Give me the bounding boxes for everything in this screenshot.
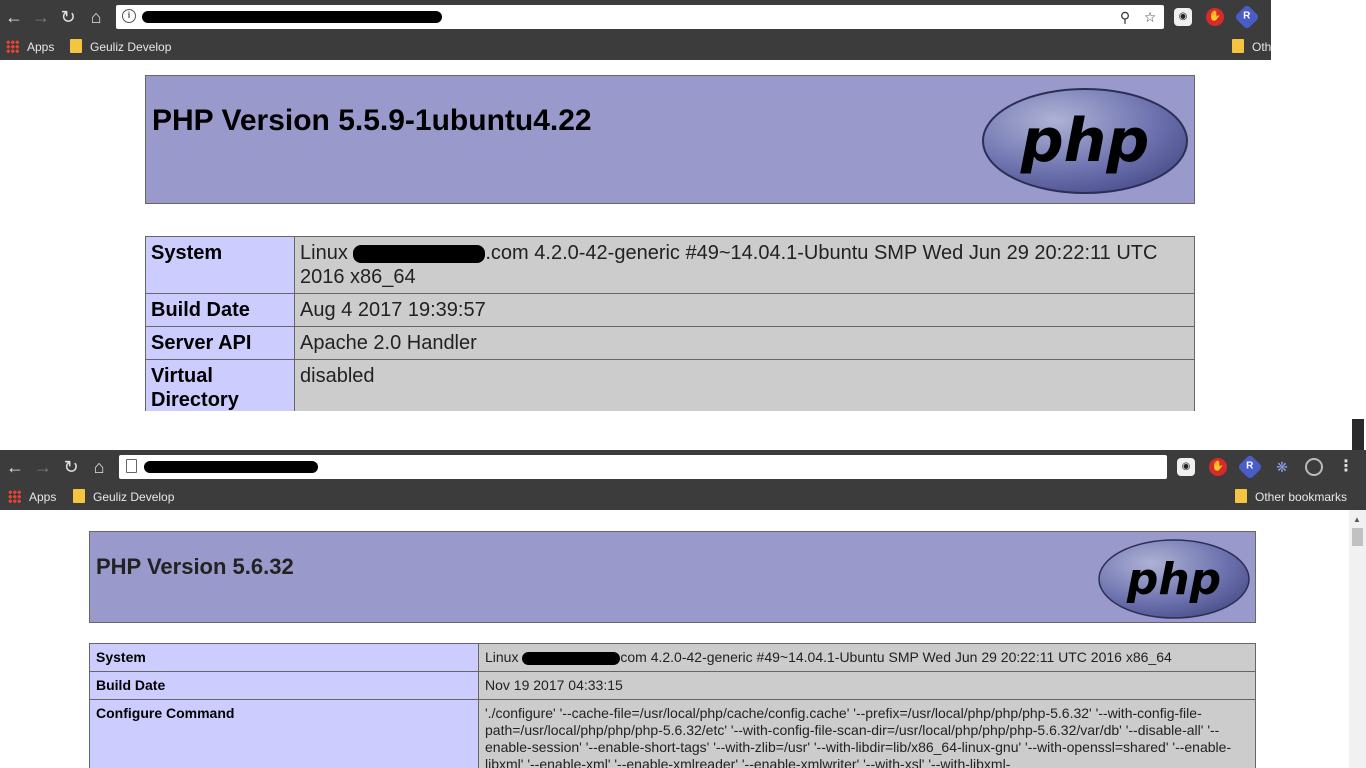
extension-adblock-icon[interactable]: ✋ [1206, 8, 1224, 26]
address-bar[interactable] [119, 455, 1167, 479]
back-icon[interactable]: ← [3, 6, 25, 28]
php-version-header: PHP Version 5.6.32 php [89, 531, 1256, 623]
redacted-url [144, 461, 318, 473]
row-value: Nov 19 2017 04:33:15 [478, 671, 1256, 700]
row-value: Linux com 4.2.0-42-generic #49~14.04.1-U… [478, 643, 1256, 672]
scroll-up-icon[interactable]: ▲ [1353, 515, 1361, 524]
php-version-header: PHP Version 5.5.9-1ubuntu4.22 php [145, 75, 1195, 204]
extension-r-icon[interactable]: R [1234, 4, 1260, 30]
browser-toolbar: ← → ↻ ⌂ i ⚲ ☆ ◉ ✋ R [0, 0, 1271, 34]
redacted-hostname [522, 651, 621, 665]
table-row: System Linux com 4.2.0-42-generic #49~14… [89, 643, 1256, 672]
bookmark-geuliz-develop[interactable]: Geuliz Develop [70, 39, 171, 55]
page-title: PHP Version 5.6.32 [96, 554, 294, 579]
row-value: Apache 2.0 Handler [294, 326, 1195, 360]
php-info-table: System Linux .com 4.2.0-42-generic #49~1… [145, 236, 1195, 411]
folder-icon [1235, 489, 1247, 503]
svg-text:php: php [1020, 106, 1150, 176]
bookmark-other[interactable]: Other bookmarks [1235, 489, 1347, 505]
svg-text:php: php [1126, 554, 1221, 605]
extension-glasses-icon[interactable]: ◉ [1177, 458, 1195, 476]
table-row: Virtual Directory Support disabled [145, 359, 1195, 411]
bookmark-geuliz-develop[interactable]: Geuliz Develop [73, 489, 174, 505]
forward-icon[interactable]: → [32, 456, 54, 478]
reload-icon[interactable]: ↻ [60, 456, 82, 478]
bookmark-apps[interactable]: Apps [6, 39, 54, 55]
extension-adblock-icon[interactable]: ✋ [1209, 458, 1227, 476]
php-logo: php [1098, 539, 1250, 619]
bookmark-star-icon[interactable]: ☆ [1141, 8, 1159, 26]
scroll-thumb[interactable] [1352, 528, 1363, 546]
home-icon[interactable]: ⌂ [85, 6, 107, 28]
row-key: Build Date [89, 671, 479, 700]
reload-icon[interactable]: ↻ [57, 6, 79, 28]
row-value: Aug 4 2017 19:39:57 [294, 293, 1195, 327]
row-key: Configure Command [89, 699, 479, 768]
row-key: System [89, 643, 479, 672]
bookmarks-bar: Apps Geuliz Develop Other bookmarks [0, 484, 1366, 510]
extension-r-icon[interactable]: R [1237, 454, 1263, 480]
site-info-icon[interactable]: i [122, 9, 136, 23]
php-logo: php [982, 88, 1188, 194]
redacted-hostname [353, 244, 486, 263]
row-key: Server API [145, 326, 295, 360]
row-key: System [145, 236, 295, 294]
home-icon[interactable]: ⌂ [88, 456, 110, 478]
extension-glasses-icon[interactable]: ◉ [1174, 8, 1192, 26]
folder-icon [70, 39, 82, 53]
table-row: Server API Apache 2.0 Handler [145, 326, 1195, 360]
screenshot-gap [0, 411, 1366, 451]
apps-grid-icon [8, 490, 21, 503]
extension-spider-icon[interactable]: ❋ [1273, 458, 1291, 476]
zoom-icon[interactable]: ⚲ [1116, 8, 1134, 26]
forward-icon[interactable]: → [30, 6, 52, 28]
row-value: disabled [294, 359, 1195, 411]
row-value: Linux .com 4.2.0-42-generic #49~14.04.1-… [294, 236, 1195, 294]
row-value: './configure' '--cache-file=/usr/local/p… [478, 699, 1256, 768]
page-icon [126, 459, 137, 473]
table-row: Configure Command './configure' '--cache… [89, 699, 1256, 768]
table-row: Build Date Nov 19 2017 04:33:15 [89, 671, 1256, 700]
php-info-table: System Linux com 4.2.0-42-generic #49~14… [89, 643, 1256, 768]
page-title: PHP Version 5.5.9-1ubuntu4.22 [152, 104, 592, 137]
table-row: Build Date Aug 4 2017 19:39:57 [145, 293, 1195, 327]
row-key: Build Date [145, 293, 295, 327]
redacted-url [142, 11, 442, 23]
bookmark-other[interactable]: Oth [1232, 39, 1271, 55]
chrome-menu-icon[interactable]: ⋮ [1337, 458, 1355, 476]
extension-globe-icon[interactable] [1305, 458, 1323, 476]
folder-icon [73, 489, 85, 503]
table-row: System Linux .com 4.2.0-42-generic #49~1… [145, 236, 1195, 294]
apps-grid-icon [6, 40, 19, 53]
back-icon[interactable]: ← [4, 456, 26, 478]
row-key: Virtual Directory Support [145, 359, 295, 411]
folder-icon [1232, 39, 1244, 53]
browser-toolbar: ← → ↻ ⌂ ◉ ✋ R ❋ ⋮ [0, 450, 1366, 484]
browser-window-php-5-5: ← → ↻ ⌂ i ⚲ ☆ ◉ ✋ R Apps Geuliz Develop … [0, 0, 1271, 411]
address-bar[interactable]: i ⚲ ☆ [116, 5, 1164, 29]
browser-window-php-5-6: ← → ↻ ⌂ ◉ ✋ R ❋ ⋮ Apps Geuliz Develop Ot… [0, 450, 1366, 768]
bookmarks-bar: Apps Geuliz Develop Oth [0, 34, 1271, 60]
page-scrollbar[interactable]: ▲ [1349, 510, 1366, 768]
bookmark-apps[interactable]: Apps [8, 489, 56, 505]
